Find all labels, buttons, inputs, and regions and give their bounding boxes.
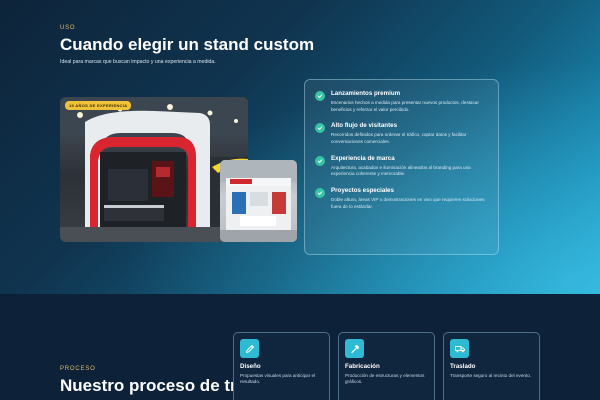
section-eyebrow: USO [60,25,76,31]
feature-desc: Arquitectura, acabados e iluminación ali… [331,164,471,177]
step-card-traslado: Traslado Transporte seguro al recinto de… [443,332,540,400]
check-icon [315,187,325,198]
feature-desc: Escenarios hechos a medida para presenta… [331,100,479,112]
process-eyebrow: PROCESO [60,366,96,372]
step-desc: Propuestas visuales para anticipar el re… [240,373,316,385]
step-title: Traslado [450,363,476,370]
step-title: Diseño [240,363,261,370]
section-lead: Ideal para marcas que buscan impacto y u… [60,59,216,65]
stand-illustration-secondary [220,160,297,242]
feature-title: Lanzamientos premium [331,90,401,97]
feature-item: Proyectos especiales Doble altura, áreas… [315,187,486,210]
feature-title: Experiencia de marca [331,154,395,162]
check-icon [315,123,325,134]
step-desc: Transporte seguro al recinto del evento. [450,373,532,378]
step-card-diseno: Diseño Propuestas visuales para anticipa… [233,332,330,400]
feature-desc: Recorridos definidos para ordenar el trá… [331,132,467,144]
hammer-icon [345,339,364,358]
feature-item: Experiencia de marca Arquitectura, acaba… [315,155,486,178]
section-title: Cuando elegir un stand custom [60,35,315,54]
experience-badge: 15 AÑOS DE EXPERIENCIA [65,101,132,110]
feature-item: Alto flujo de visitantes Recorridos defi… [315,122,486,145]
step-desc: Producción de estructuras y elementos gr… [345,373,425,385]
truck-icon [450,339,469,358]
check-icon [315,155,325,166]
pencil-icon [240,339,259,358]
feature-title: Proyectos especiales [331,186,394,194]
check-icon [315,91,325,101]
features-card: Lanzamientos premium Escenarios hechos a… [304,79,499,255]
stand-photo-secondary [220,160,297,242]
feature-desc: Doble altura, áreas VIP o demostraciones… [331,196,485,209]
step-card-fabricacion: Fabricación Producción de estructuras y … [338,332,435,400]
use-section: USO Cuando elegir un stand custom Ideal … [0,0,600,294]
feature-title: Alto flujo de visitantes [331,122,398,130]
stand-photo-collage: 15 AÑOS DE EXPERIENCIA [60,97,297,242]
step-title: Fabricación [345,363,380,370]
feature-item: Lanzamientos premium Escenarios hechos a… [315,90,486,113]
